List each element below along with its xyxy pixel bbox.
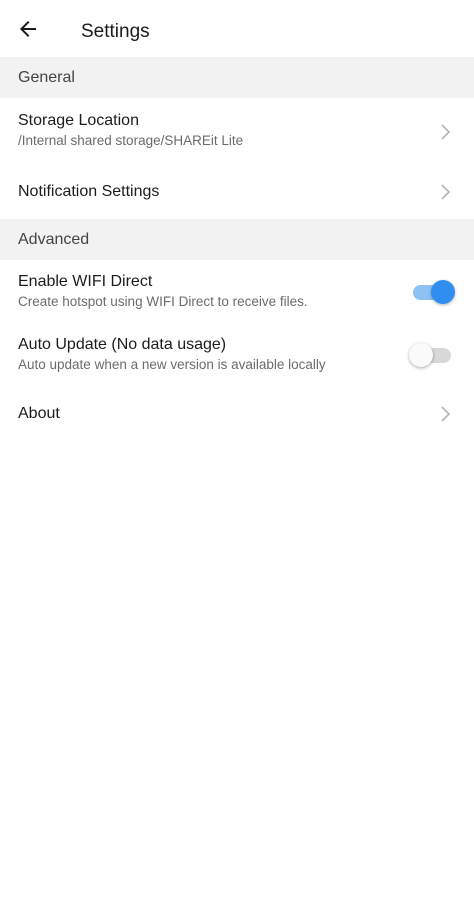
back-button[interactable] [8, 9, 48, 49]
enable-wifi-direct-item[interactable]: Enable WIFI Direct Create hotspot using … [0, 260, 474, 323]
toggle-thumb [409, 342, 433, 367]
storage-location-title: Storage Location [18, 112, 139, 129]
settings-screen: Settings General Storage Location /Inter… [0, 0, 474, 916]
notification-settings-title: Notification Settings [18, 183, 160, 200]
app-bar: Settings [0, 0, 474, 57]
about-item[interactable]: About [0, 386, 474, 442]
auto-update-description: Auto update when a new version is availa… [18, 357, 326, 372]
toggle-thumb [431, 279, 455, 304]
section-header-general: General [0, 57, 474, 98]
chevron-right-icon [441, 184, 451, 200]
about-title: About [18, 405, 60, 422]
auto-update-item[interactable]: Auto Update (No data usage) Auto update … [0, 323, 474, 386]
auto-update-toggle[interactable] [409, 342, 453, 367]
arrow-left-icon [20, 21, 36, 37]
section-header-advanced: Advanced [0, 219, 474, 260]
enable-wifi-direct-title: Enable WIFI Direct [18, 273, 153, 290]
storage-location-item[interactable]: Storage Location /Internal shared storag… [0, 98, 474, 165]
storage-location-path: /Internal shared storage/SHAREit Lite [18, 133, 244, 148]
auto-update-title: Auto Update (No data usage) [18, 336, 227, 353]
chevron-right-icon [441, 406, 451, 422]
wifi-direct-toggle[interactable] [411, 279, 455, 304]
chevron-right-icon [441, 123, 451, 140]
notification-settings-item[interactable]: Notification Settings [0, 165, 474, 219]
enable-wifi-direct-description: Create hotspot using WIFI Direct to rece… [18, 294, 308, 309]
page-title: Settings [81, 21, 150, 42]
